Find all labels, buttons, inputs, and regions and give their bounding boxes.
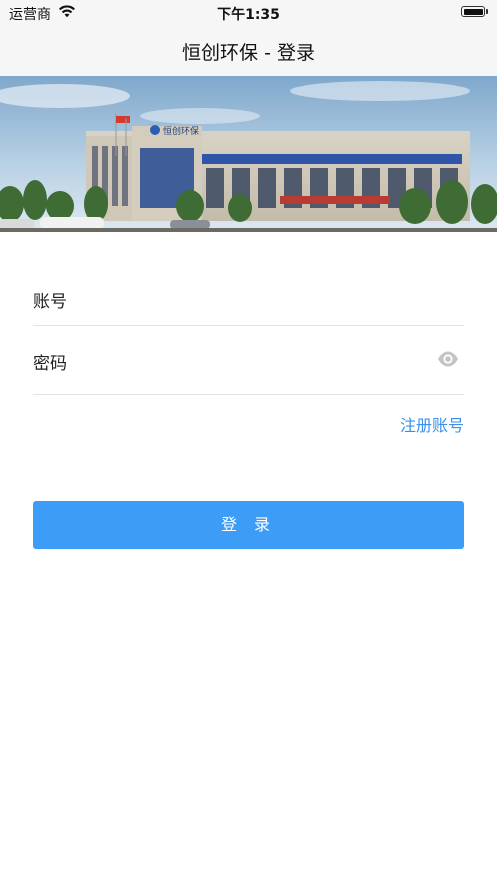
banner-image: 恒创环保 — [0, 76, 497, 232]
password-field[interactable]: 密码 — [33, 332, 464, 395]
eye-icon[interactable] — [437, 350, 459, 368]
status-bar: 运营商 下午1:35 — [0, 0, 497, 26]
battery-nub — [486, 9, 488, 14]
building-photo: 恒创环保 — [0, 76, 497, 232]
account-label: 账号 — [33, 292, 67, 312]
account-field[interactable]: 账号 — [33, 270, 464, 326]
login-button[interactable]: 登 录 — [33, 501, 464, 549]
status-time: 下午1:35 — [217, 7, 280, 23]
svg-text:恒创环保: 恒创环保 — [163, 125, 199, 137]
navigation-bar: 恒创环保 - 登录 — [0, 26, 497, 76]
password-label: 密码 — [33, 354, 67, 374]
register-link[interactable]: 注册账号 — [400, 412, 464, 436]
page-title: 恒创环保 - 登录 — [182, 42, 315, 64]
battery-icon — [461, 6, 485, 17]
